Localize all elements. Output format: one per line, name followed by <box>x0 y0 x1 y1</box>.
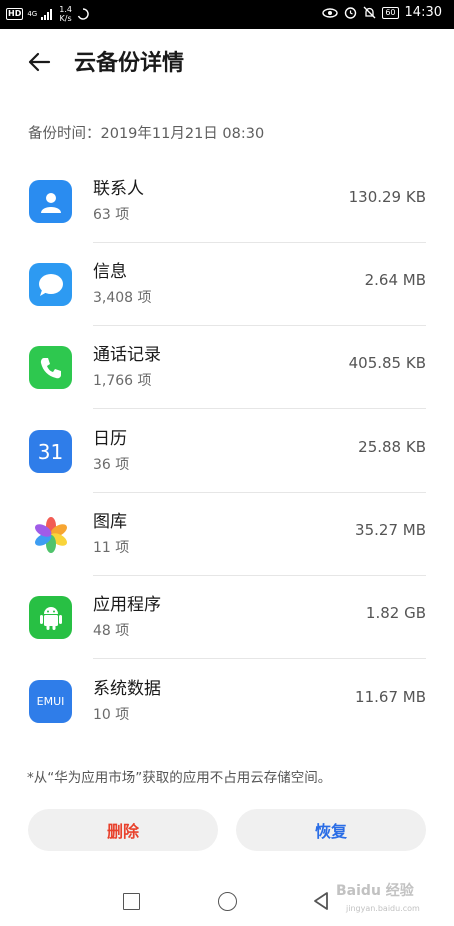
recent-apps-button[interactable] <box>120 890 142 912</box>
header: 云备份详情 <box>0 29 454 93</box>
triangle-back-icon <box>314 892 328 910</box>
divider <box>93 408 426 409</box>
status-bar-right: 60 14:30 <box>322 5 442 20</box>
item-title: 通话记录 <box>93 345 161 365</box>
speed-value: 1.4 <box>59 5 72 14</box>
eye-icon <box>322 7 339 18</box>
list-item-contacts[interactable]: 联系人 63 项 130.29 KB <box>0 160 454 243</box>
page-title: 云备份详情 <box>74 51 185 76</box>
footnote: *从“华为应用市场”获取的应用不占用云存储空间。 <box>27 770 332 786</box>
item-count: 3,408 项 <box>93 290 152 306</box>
contacts-icon <box>29 180 72 223</box>
alarm-icon <box>345 7 357 19</box>
item-title: 日历 <box>93 429 127 449</box>
network-speed: 1.4 K/s <box>59 5 72 23</box>
mute-bell-icon <box>363 6 376 19</box>
item-title: 应用程序 <box>93 595 161 615</box>
home-button[interactable] <box>216 890 238 912</box>
arrow-left-icon <box>28 52 51 72</box>
clock: 14:30 <box>404 5 442 20</box>
circle-icon <box>217 891 237 911</box>
network-type: 4G <box>27 10 38 18</box>
item-size: 130.29 KB <box>348 188 426 206</box>
item-size: 2.64 MB <box>364 271 426 289</box>
list-item-apps[interactable]: 应用程序 48 项 1.82 GB <box>0 576 454 659</box>
sync-icon <box>77 8 89 20</box>
gallery-icon <box>29 513 72 556</box>
delete-button[interactable]: 删除 <box>28 809 218 851</box>
hd-indicator: HD <box>6 8 24 20</box>
list-item-messages[interactable]: 信息 3,408 项 2.64 MB <box>0 243 454 326</box>
messages-icon <box>29 263 72 306</box>
watermark-url: jingyan.baidu.com <box>346 904 420 913</box>
system-back-button[interactable] <box>310 890 332 912</box>
calendar-icon: 31 <box>29 430 72 473</box>
item-size: 405.85 KB <box>348 354 426 372</box>
speed-unit: K/s <box>59 14 72 23</box>
emui-icon-text: EMUI <box>36 695 65 708</box>
list-item-system-data[interactable]: EMUI 系统数据 10 项 11.67 MB <box>0 660 454 743</box>
item-title: 信息 <box>93 262 127 282</box>
item-size: 25.88 KB <box>358 438 426 456</box>
list-item-calendar[interactable]: 31 日历 36 项 25.88 KB <box>0 410 454 493</box>
divider <box>93 658 426 659</box>
backup-time: 备份时间：2019年11月21日 08:30 <box>28 126 265 142</box>
item-count: 48 项 <box>93 623 130 639</box>
status-bar: HD 4G 1.4 K/s 60 14:30 <box>0 0 454 29</box>
item-count: 36 项 <box>93 457 130 473</box>
emui-icon: EMUI <box>29 680 72 723</box>
android-icon <box>29 596 72 639</box>
item-size: 1.82 GB <box>365 604 426 622</box>
square-icon <box>122 892 140 910</box>
item-size: 35.27 MB <box>355 521 426 539</box>
item-title: 系统数据 <box>93 679 161 699</box>
item-count: 63 项 <box>93 207 130 223</box>
status-bar-left: HD 4G 1.4 K/s <box>6 5 90 23</box>
item-count: 11 项 <box>93 540 130 556</box>
item-title: 图库 <box>93 512 127 532</box>
list-item-call-log[interactable]: 通话记录 1,766 项 405.85 KB <box>0 326 454 409</box>
signal-icon <box>41 9 53 20</box>
phone-icon <box>29 346 72 389</box>
watermark: Baidu 经验 <box>336 883 414 899</box>
item-title: 联系人 <box>93 179 144 199</box>
item-count: 1,766 项 <box>93 373 152 389</box>
battery-icon: 60 <box>382 6 399 19</box>
list-item-gallery[interactable]: 图库 11 项 35.27 MB <box>0 493 454 576</box>
item-size: 11.67 MB <box>355 688 426 706</box>
back-button[interactable] <box>22 45 56 79</box>
calendar-icon-text: 31 <box>37 439 64 464</box>
restore-button[interactable]: 恢复 <box>236 809 426 851</box>
item-count: 10 项 <box>93 707 130 723</box>
